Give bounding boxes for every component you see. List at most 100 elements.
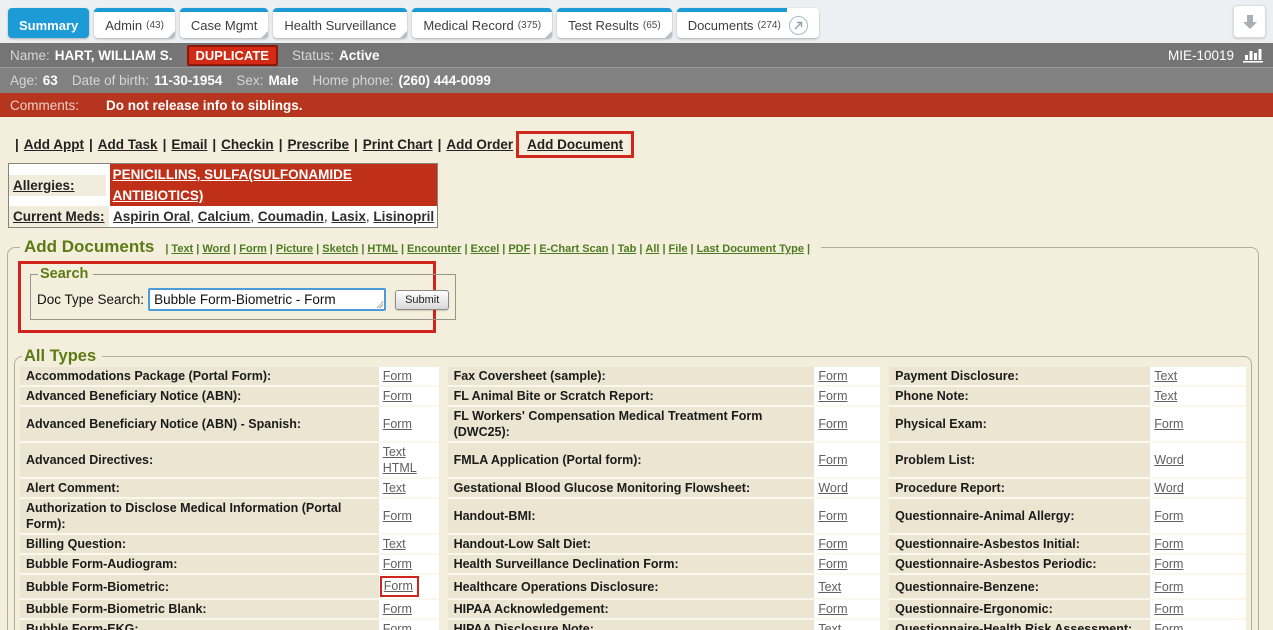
med-link-aspirin-oral[interactable]: Aspirin Oral [113,209,190,224]
doc-open-link-form[interactable]: Form [383,509,412,523]
doc-type-search-input[interactable] [148,288,386,311]
doc-open-link-text[interactable]: Text [383,481,406,495]
doc-open-link-form[interactable]: Form [818,557,847,571]
med-link-lasix[interactable]: Lasix [331,209,366,224]
doc-open-link-word[interactable]: Word [1154,453,1184,467]
doc-type-link-cell: Form [814,535,880,555]
age-label: Age: [10,73,38,88]
tab-summary[interactable]: Summary [8,8,89,38]
action-link-add-appt[interactable]: Add Appt [24,137,84,152]
doc-quick-link-e-chart-scan[interactable]: E-Chart Scan [539,243,608,255]
doc-quick-link-encounter[interactable]: Encounter [407,243,461,255]
doc-quick-link-file[interactable]: File [669,243,688,255]
doc-quick-link-last-document-type[interactable]: Last Document Type [697,243,804,255]
action-link-print-chart[interactable]: Print Chart [363,137,433,152]
tab-label: Admin [105,18,142,33]
doc-open-link-form[interactable]: Form [1154,602,1183,616]
doc-quick-link-tab[interactable]: Tab [618,243,637,255]
doc-type-row: Billing Question:TextHandout-Low Salt Di… [20,535,1246,555]
doc-type-label: Billing Question: [20,535,379,555]
doc-open-link-word[interactable]: Word [818,481,848,495]
doc-open-link-form[interactable]: Form [818,389,847,403]
action-link-email[interactable]: Email [171,137,207,152]
link-separator: | [502,243,505,255]
doc-open-link-form[interactable]: Form [818,369,847,383]
link-separator: | [196,243,199,255]
doc-quick-link-html[interactable]: HTML [367,243,398,255]
doc-open-link-form[interactable]: Form [818,453,847,467]
tab-health-surveillance[interactable]: Health Surveillance [273,8,407,38]
doc-open-link-form[interactable]: Form [1154,622,1183,630]
current-meds-link[interactable]: Current Meds: [13,209,105,224]
doc-open-link-form[interactable]: Form [383,602,412,616]
doc-type-link-cell: Form [379,407,439,443]
current-meds-label-cell: Current Meds: [9,206,109,227]
doc-open-link-text[interactable]: Text [1154,389,1177,403]
doc-open-link-word[interactable]: Word [1154,481,1184,495]
med-link-coumadin[interactable]: Coumadin [258,209,324,224]
doc-open-link-form[interactable]: Form [1154,537,1183,551]
tab-documents[interactable]: Documents(274) [677,8,819,38]
doc-open-link-text[interactable]: Text [383,537,406,551]
med-link-lisinopril[interactable]: Lisinopril [373,209,434,224]
doc-open-link-form[interactable]: Form [383,417,412,431]
doc-quick-link-form[interactable]: Form [239,243,267,255]
tab-medical-record[interactable]: Medical Record(375) [412,8,552,38]
doc-quick-link-all[interactable]: All [645,243,659,255]
doc-quick-link-text[interactable]: Text [171,243,193,255]
download-button[interactable] [1233,5,1266,38]
add-document-link[interactable]: Add Document [527,137,623,152]
doc-type-link-cell: Form [814,367,880,387]
link-separator: | [662,243,665,255]
column-gap [880,387,889,407]
doc-type-label: Fax Coversheet (sample): [448,367,815,387]
add-documents-header: Add Documents |Text|Word|Form|Picture|Sk… [20,237,821,257]
action-link-checkin[interactable]: Checkin [221,137,274,152]
bar-chart-icon[interactable] [1243,47,1263,64]
doc-open-link-form[interactable]: Form [1154,580,1183,594]
med-link-calcium[interactable]: Calcium [198,209,251,224]
action-link-prescribe[interactable]: Prescribe [287,137,349,152]
doc-open-link-form[interactable]: Form [383,389,412,403]
doc-open-link-form[interactable]: Form [383,369,412,383]
patient-status: Active [339,48,380,63]
doc-open-link-text[interactable]: Text [818,622,841,630]
tab-count: (65) [643,20,661,31]
doc-open-link-form[interactable]: Form [1154,509,1183,523]
submit-button[interactable]: Submit [395,290,449,310]
doc-type-table: Accommodations Package (Portal Form):For… [20,367,1246,630]
action-link-add-order[interactable]: Add Order [446,137,513,152]
doc-open-link-form[interactable]: Form [383,622,412,630]
action-link-add-task[interactable]: Add Task [98,137,158,152]
tab-admin[interactable]: Admin(43) [94,8,175,38]
doc-open-link-html[interactable]: HTML [383,461,417,475]
input-resize-grip[interactable] [376,301,383,308]
doc-open-link-form[interactable]: Form [383,557,412,571]
doc-open-link-text[interactable]: Text [383,445,406,459]
doc-quick-link-sketch[interactable]: Sketch [322,243,358,255]
doc-type-label: FL Animal Bite or Scratch Report: [448,387,815,407]
doc-type-link-cell: Form [814,387,880,407]
doc-open-link-form[interactable]: Form [384,579,413,593]
doc-quick-link-pdf[interactable]: PDF [508,243,530,255]
doc-open-link-text[interactable]: Text [818,580,841,594]
allergies-link[interactable]: Allergies: [13,178,75,193]
doc-type-link-cell: Form [1150,535,1246,555]
tab-test-results[interactable]: Test Results(65) [557,8,672,38]
doc-open-link-form[interactable]: Form [818,509,847,523]
doc-quick-link-excel[interactable]: Excel [471,243,500,255]
doc-open-link-form[interactable]: Form [818,602,847,616]
patient-demographics-band: Age: 63 Date of birth: 11-30-1954 Sex: M… [0,67,1273,93]
doc-open-link-form[interactable]: Form [818,417,847,431]
action-links-row: |Add Appt|Add Task|Email|Checkin|Prescri… [0,117,1273,158]
doc-open-link-form[interactable]: Form [1154,417,1183,431]
tab-case-mgmt[interactable]: Case Mgmt [180,8,268,38]
doc-open-link-text[interactable]: Text [1154,369,1177,383]
allergies-value[interactable]: PENICILLINS, SULFA(SULFONAMIDE ANTIBIOTI… [110,164,437,206]
doc-quick-link-picture[interactable]: Picture [276,243,313,255]
doc-open-link-form[interactable]: Form [818,537,847,551]
tab-label: Documents [688,18,754,33]
doc-open-link-form[interactable]: Form [1154,557,1183,571]
external-arrow-icon[interactable] [789,16,808,35]
doc-quick-link-word[interactable]: Word [202,243,230,255]
